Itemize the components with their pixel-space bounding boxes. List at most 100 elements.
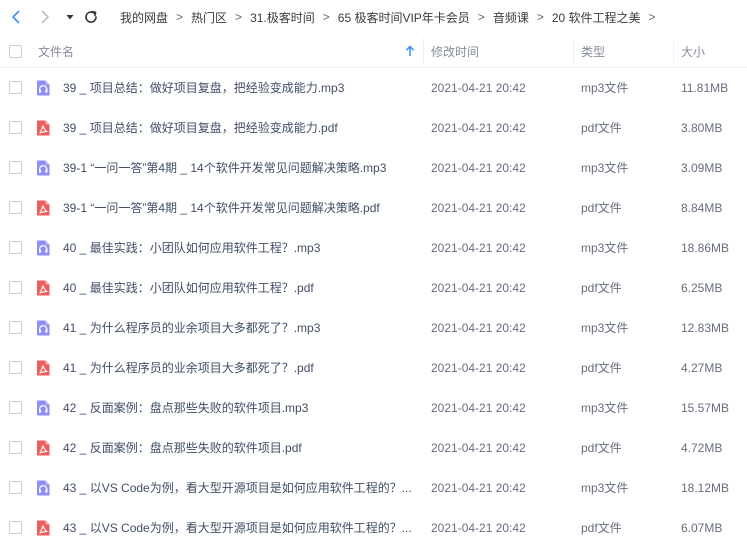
file-list-header: 文件名 修改时间 类型 大小 (0, 34, 747, 68)
file-row[interactable]: 39 _ 项目总结：做好项目复盘，把经验变成能力.pdf 2021-04-21 2… (0, 108, 747, 148)
file-modified-time: 2021-04-21 20:42 (431, 401, 526, 415)
file-size: 4.27MB (681, 361, 723, 375)
file-row[interactable]: 43 _ 以VS Code为例，看大型开源项目是如何应用软件工程的？... 202… (0, 508, 747, 548)
file-name[interactable]: 40 _ 最佳实践：小团队如何应用软件工程？.mp3 (63, 228, 418, 268)
file-size: 8.84MB (681, 201, 723, 215)
file-row[interactable]: 41 _ 为什么程序员的业余项目大多都死了？.mp3 2021-04-21 20:… (0, 308, 747, 348)
breadcrumb-separator-icon: > (176, 10, 184, 24)
breadcrumb-item[interactable]: 65 极客时间VIP年卡会员 (338, 9, 470, 26)
sort-ascending-icon[interactable] (404, 45, 416, 57)
row-checkbox[interactable] (9, 321, 22, 334)
pdf-file-icon (34, 199, 52, 217)
file-name[interactable]: 40 _ 最佳实践：小团队如何应用软件工程？.pdf (63, 268, 418, 308)
file-name[interactable]: 43 _ 以VS Code为例，看大型开源项目是如何应用软件工程的？... (63, 508, 418, 548)
file-type: pdf文件 (581, 521, 622, 535)
column-divider[interactable] (573, 38, 574, 64)
file-row[interactable]: 40 _ 最佳实践：小团队如何应用软件工程？.mp3 2021-04-21 20:… (0, 228, 747, 268)
file-type: mp3文件 (581, 321, 629, 335)
row-checkbox[interactable] (9, 81, 22, 94)
column-header-modified[interactable]: 修改时间 (431, 34, 479, 68)
breadcrumb-item[interactable]: 我的网盘 (120, 9, 168, 26)
file-name[interactable]: 39 _ 项目总结：做好项目复盘，把经验变成能力.pdf (63, 108, 418, 148)
file-modified-time: 2021-04-21 20:42 (431, 361, 526, 375)
file-size: 6.07MB (681, 521, 723, 535)
file-row[interactable]: 42 _ 反面案例：盘点那些失败的软件项目.pdf 2021-04-21 20:4… (0, 428, 747, 468)
file-modified-time: 2021-04-21 20:42 (431, 201, 526, 215)
file-row[interactable]: 39 _ 项目总结：做好项目复盘，把经验变成能力.mp3 2021-04-21 2… (0, 68, 747, 108)
file-size: 3.80MB (681, 121, 723, 135)
file-name[interactable]: 39-1 “一问一答”第4期 _ 14个软件开发常见问题解决策略.pdf (63, 188, 418, 228)
file-type: pdf文件 (581, 281, 622, 295)
select-all-checkbox[interactable] (9, 45, 22, 58)
file-name[interactable]: 39-1 “一问一答”第4期 _ 14个软件开发常见问题解决策略.mp3 (63, 148, 418, 188)
file-row[interactable]: 39-1 “一问一答”第4期 _ 14个软件开发常见问题解决策略.pdf 2021… (0, 188, 747, 228)
audio-file-icon (34, 79, 52, 97)
history-dropdown-icon[interactable] (64, 11, 76, 23)
file-row[interactable]: 41 _ 为什么程序员的业余项目大多都死了？.pdf 2021-04-21 20:… (0, 348, 747, 388)
breadcrumb-item[interactable]: 热门区 (191, 9, 227, 26)
file-type: mp3文件 (581, 161, 629, 175)
file-modified-time: 2021-04-21 20:42 (431, 321, 526, 335)
pdf-file-icon (34, 119, 52, 137)
file-type: pdf文件 (581, 361, 622, 375)
breadcrumb-item[interactable]: 31.极客时间 (250, 9, 315, 26)
breadcrumb-item[interactable]: 音频课 (493, 9, 529, 26)
file-modified-time: 2021-04-21 20:42 (431, 281, 526, 295)
file-size: 15.57MB (681, 401, 730, 415)
forward-arrow-icon[interactable] (37, 9, 53, 25)
file-size: 11.81MB (681, 81, 729, 95)
pdf-file-icon (34, 519, 52, 537)
row-checkbox[interactable] (9, 481, 22, 494)
file-name[interactable]: 42 _ 反面案例：盘点那些失败的软件项目.mp3 (63, 388, 418, 428)
file-modified-time: 2021-04-21 20:42 (431, 121, 526, 135)
file-type: pdf文件 (581, 121, 622, 135)
file-row[interactable]: 40 _ 最佳实践：小团队如何应用软件工程？.pdf 2021-04-21 20:… (0, 268, 747, 308)
file-modified-time: 2021-04-21 20:42 (431, 241, 526, 255)
row-checkbox[interactable] (9, 441, 22, 454)
file-row[interactable]: 42 _ 反面案例：盘点那些失败的软件项目.mp3 2021-04-21 20:4… (0, 388, 747, 428)
row-checkbox[interactable] (9, 121, 22, 134)
audio-file-icon (34, 319, 52, 337)
file-name[interactable]: 43 _ 以VS Code为例，看大型开源项目是如何应用软件工程的？... (63, 468, 418, 508)
pdf-file-icon (34, 359, 52, 377)
file-type: mp3文件 (581, 481, 629, 495)
row-checkbox[interactable] (9, 161, 22, 174)
row-checkbox[interactable] (9, 361, 22, 374)
audio-file-icon (34, 479, 52, 497)
row-checkbox[interactable] (9, 241, 22, 254)
file-row[interactable]: 43 _ 以VS Code为例，看大型开源项目是如何应用软件工程的？... 202… (0, 468, 747, 508)
row-checkbox[interactable] (9, 201, 22, 214)
column-header-name[interactable]: 文件名 (38, 34, 74, 68)
file-type: pdf文件 (581, 201, 622, 215)
column-divider[interactable] (423, 38, 424, 64)
file-modified-time: 2021-04-21 20:42 (431, 481, 526, 495)
breadcrumb-item[interactable]: 20 软件工程之美 (552, 9, 641, 26)
audio-file-icon (34, 399, 52, 417)
breadcrumb-separator-icon: > (322, 10, 330, 24)
back-arrow-icon[interactable] (8, 9, 24, 25)
breadcrumb-separator-icon: > (235, 10, 243, 24)
row-checkbox[interactable] (9, 521, 22, 534)
file-size: 18.86MB (681, 241, 730, 255)
file-size: 12.83MB (681, 321, 730, 335)
file-name[interactable]: 42 _ 反面案例：盘点那些失败的软件项目.pdf (63, 428, 418, 468)
column-divider[interactable] (673, 38, 674, 64)
file-row[interactable]: 39-1 “一问一答”第4期 _ 14个软件开发常见问题解决策略.mp3 2021… (0, 148, 747, 188)
file-name[interactable]: 39 _ 项目总结：做好项目复盘，把经验变成能力.mp3 (63, 68, 418, 108)
navigation-bar: 我的网盘 > 热门区 >31.极客时间 >65 极客时间VIP年卡会员 > 音频课 >20 软… (0, 0, 747, 34)
file-modified-time: 2021-04-21 20:42 (431, 441, 526, 455)
file-name[interactable]: 41 _ 为什么程序员的业余项目大多都死了？.pdf (63, 348, 418, 388)
file-size: 3.09MB (681, 161, 723, 175)
column-header-size[interactable]: 大小 (681, 34, 705, 68)
file-size: 18.12MB (681, 481, 730, 495)
column-header-type[interactable]: 类型 (581, 34, 605, 68)
refresh-icon[interactable] (83, 9, 99, 25)
file-type: mp3文件 (581, 241, 629, 255)
pdf-file-icon (34, 439, 52, 457)
file-name[interactable]: 41 _ 为什么程序员的业余项目大多都死了？.mp3 (63, 308, 418, 348)
breadcrumb-separator-icon: > (477, 10, 485, 24)
file-size: 4.72MB (681, 441, 723, 455)
row-checkbox[interactable] (9, 401, 22, 414)
breadcrumb: 我的网盘 > 热门区 >31.极客时间 >65 极客时间VIP年卡会员 > 音频课 >20 软… (120, 0, 664, 34)
row-checkbox[interactable] (9, 281, 22, 294)
